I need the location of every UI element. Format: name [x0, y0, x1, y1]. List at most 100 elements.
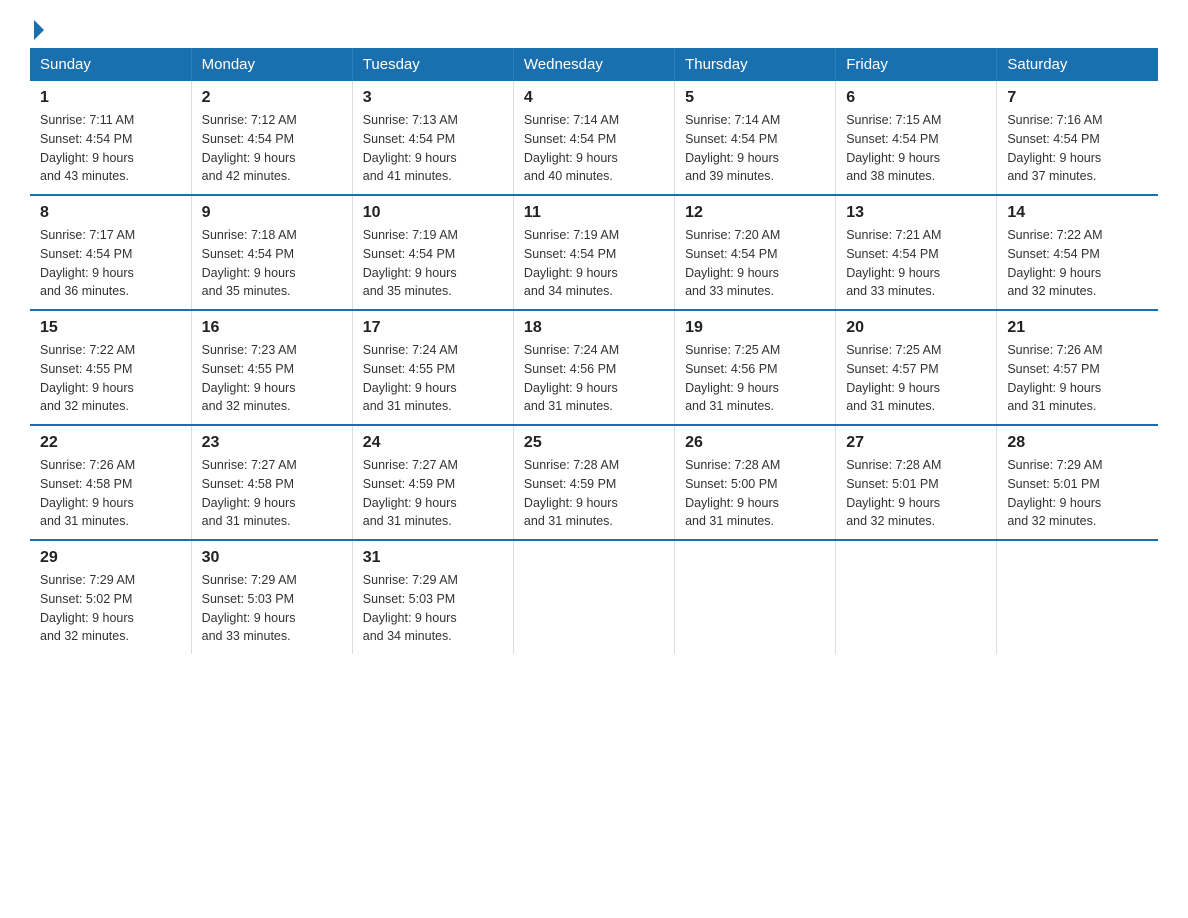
day-info: Sunrise: 7:19 AM Sunset: 4:54 PM Dayligh… [363, 226, 503, 301]
day-number: 30 [202, 549, 342, 567]
day-number: 6 [846, 89, 986, 107]
day-info: Sunrise: 7:14 AM Sunset: 4:54 PM Dayligh… [685, 111, 825, 186]
day-info: Sunrise: 7:11 AM Sunset: 4:54 PM Dayligh… [40, 111, 181, 186]
day-info: Sunrise: 7:29 AM Sunset: 5:01 PM Dayligh… [1007, 456, 1148, 531]
day-number: 21 [1007, 319, 1148, 337]
day-info: Sunrise: 7:26 AM Sunset: 4:57 PM Dayligh… [1007, 341, 1148, 416]
day-info: Sunrise: 7:17 AM Sunset: 4:54 PM Dayligh… [40, 226, 181, 301]
calendar-cell: 6 Sunrise: 7:15 AM Sunset: 4:54 PM Dayli… [836, 81, 997, 195]
day-info: Sunrise: 7:13 AM Sunset: 4:54 PM Dayligh… [363, 111, 503, 186]
calendar-cell: 7 Sunrise: 7:16 AM Sunset: 4:54 PM Dayli… [997, 81, 1158, 195]
day-number: 18 [524, 319, 664, 337]
calendar-cell: 11 Sunrise: 7:19 AM Sunset: 4:54 PM Dayl… [513, 195, 674, 310]
calendar-header-row: SundayMondayTuesdayWednesdayThursdayFrid… [30, 48, 1158, 81]
day-number: 11 [524, 204, 664, 222]
calendar-cell: 1 Sunrise: 7:11 AM Sunset: 4:54 PM Dayli… [30, 81, 191, 195]
day-info: Sunrise: 7:21 AM Sunset: 4:54 PM Dayligh… [846, 226, 986, 301]
calendar-cell: 12 Sunrise: 7:20 AM Sunset: 4:54 PM Dayl… [675, 195, 836, 310]
header-tuesday: Tuesday [352, 48, 513, 81]
day-info: Sunrise: 7:23 AM Sunset: 4:55 PM Dayligh… [202, 341, 342, 416]
header-saturday: Saturday [997, 48, 1158, 81]
day-info: Sunrise: 7:24 AM Sunset: 4:56 PM Dayligh… [524, 341, 664, 416]
calendar-cell: 31 Sunrise: 7:29 AM Sunset: 5:03 PM Dayl… [352, 540, 513, 654]
day-info: Sunrise: 7:25 AM Sunset: 4:56 PM Dayligh… [685, 341, 825, 416]
calendar-cell: 9 Sunrise: 7:18 AM Sunset: 4:54 PM Dayli… [191, 195, 352, 310]
header-wednesday: Wednesday [513, 48, 674, 81]
day-number: 10 [363, 204, 503, 222]
day-info: Sunrise: 7:27 AM Sunset: 4:58 PM Dayligh… [202, 456, 342, 531]
calendar-week-5: 29 Sunrise: 7:29 AM Sunset: 5:02 PM Dayl… [30, 540, 1158, 654]
day-info: Sunrise: 7:26 AM Sunset: 4:58 PM Dayligh… [40, 456, 181, 531]
day-number: 22 [40, 434, 181, 452]
header-sunday: Sunday [30, 48, 191, 81]
calendar-cell: 24 Sunrise: 7:27 AM Sunset: 4:59 PM Dayl… [352, 425, 513, 540]
day-number: 25 [524, 434, 664, 452]
day-number: 15 [40, 319, 181, 337]
calendar-cell: 14 Sunrise: 7:22 AM Sunset: 4:54 PM Dayl… [997, 195, 1158, 310]
day-info: Sunrise: 7:24 AM Sunset: 4:55 PM Dayligh… [363, 341, 503, 416]
day-info: Sunrise: 7:12 AM Sunset: 4:54 PM Dayligh… [202, 111, 342, 186]
day-info: Sunrise: 7:20 AM Sunset: 4:54 PM Dayligh… [685, 226, 825, 301]
logo-top [30, 20, 44, 36]
page-header [30, 20, 1158, 32]
calendar-cell: 26 Sunrise: 7:28 AM Sunset: 5:00 PM Dayl… [675, 425, 836, 540]
calendar-week-4: 22 Sunrise: 7:26 AM Sunset: 4:58 PM Dayl… [30, 425, 1158, 540]
day-info: Sunrise: 7:18 AM Sunset: 4:54 PM Dayligh… [202, 226, 342, 301]
calendar-cell [997, 540, 1158, 654]
header-friday: Friday [836, 48, 997, 81]
calendar-cell: 27 Sunrise: 7:28 AM Sunset: 5:01 PM Dayl… [836, 425, 997, 540]
calendar-table: SundayMondayTuesdayWednesdayThursdayFrid… [30, 48, 1158, 654]
calendar-cell: 22 Sunrise: 7:26 AM Sunset: 4:58 PM Dayl… [30, 425, 191, 540]
day-number: 31 [363, 549, 503, 567]
calendar-week-3: 15 Sunrise: 7:22 AM Sunset: 4:55 PM Dayl… [30, 310, 1158, 425]
calendar-cell: 2 Sunrise: 7:12 AM Sunset: 4:54 PM Dayli… [191, 81, 352, 195]
day-info: Sunrise: 7:19 AM Sunset: 4:54 PM Dayligh… [524, 226, 664, 301]
day-number: 20 [846, 319, 986, 337]
calendar-cell: 30 Sunrise: 7:29 AM Sunset: 5:03 PM Dayl… [191, 540, 352, 654]
day-info: Sunrise: 7:15 AM Sunset: 4:54 PM Dayligh… [846, 111, 986, 186]
calendar-cell [836, 540, 997, 654]
day-info: Sunrise: 7:22 AM Sunset: 4:54 PM Dayligh… [1007, 226, 1148, 301]
calendar-cell: 20 Sunrise: 7:25 AM Sunset: 4:57 PM Dayl… [836, 310, 997, 425]
calendar-cell [675, 540, 836, 654]
calendar-cell: 29 Sunrise: 7:29 AM Sunset: 5:02 PM Dayl… [30, 540, 191, 654]
calendar-cell: 5 Sunrise: 7:14 AM Sunset: 4:54 PM Dayli… [675, 81, 836, 195]
calendar-cell [513, 540, 674, 654]
calendar-cell: 23 Sunrise: 7:27 AM Sunset: 4:58 PM Dayl… [191, 425, 352, 540]
day-number: 9 [202, 204, 342, 222]
day-number: 1 [40, 89, 181, 107]
day-info: Sunrise: 7:28 AM Sunset: 4:59 PM Dayligh… [524, 456, 664, 531]
day-number: 16 [202, 319, 342, 337]
day-number: 4 [524, 89, 664, 107]
day-number: 7 [1007, 89, 1148, 107]
header-thursday: Thursday [675, 48, 836, 81]
day-info: Sunrise: 7:25 AM Sunset: 4:57 PM Dayligh… [846, 341, 986, 416]
day-number: 12 [685, 204, 825, 222]
day-info: Sunrise: 7:29 AM Sunset: 5:03 PM Dayligh… [363, 571, 503, 646]
calendar-cell: 21 Sunrise: 7:26 AM Sunset: 4:57 PM Dayl… [997, 310, 1158, 425]
logo-arrow-icon [34, 20, 44, 40]
day-number: 3 [363, 89, 503, 107]
day-number: 13 [846, 204, 986, 222]
calendar-cell: 28 Sunrise: 7:29 AM Sunset: 5:01 PM Dayl… [997, 425, 1158, 540]
calendar-week-1: 1 Sunrise: 7:11 AM Sunset: 4:54 PM Dayli… [30, 81, 1158, 195]
calendar-cell: 15 Sunrise: 7:22 AM Sunset: 4:55 PM Dayl… [30, 310, 191, 425]
calendar-week-2: 8 Sunrise: 7:17 AM Sunset: 4:54 PM Dayli… [30, 195, 1158, 310]
calendar-cell: 19 Sunrise: 7:25 AM Sunset: 4:56 PM Dayl… [675, 310, 836, 425]
day-number: 2 [202, 89, 342, 107]
logo [30, 20, 44, 32]
day-number: 29 [40, 549, 181, 567]
day-info: Sunrise: 7:14 AM Sunset: 4:54 PM Dayligh… [524, 111, 664, 186]
header-monday: Monday [191, 48, 352, 81]
day-info: Sunrise: 7:28 AM Sunset: 5:00 PM Dayligh… [685, 456, 825, 531]
day-info: Sunrise: 7:27 AM Sunset: 4:59 PM Dayligh… [363, 456, 503, 531]
day-number: 27 [846, 434, 986, 452]
day-number: 23 [202, 434, 342, 452]
day-info: Sunrise: 7:28 AM Sunset: 5:01 PM Dayligh… [846, 456, 986, 531]
day-info: Sunrise: 7:29 AM Sunset: 5:02 PM Dayligh… [40, 571, 181, 646]
day-number: 26 [685, 434, 825, 452]
day-number: 5 [685, 89, 825, 107]
day-number: 24 [363, 434, 503, 452]
day-number: 19 [685, 319, 825, 337]
day-info: Sunrise: 7:16 AM Sunset: 4:54 PM Dayligh… [1007, 111, 1148, 186]
